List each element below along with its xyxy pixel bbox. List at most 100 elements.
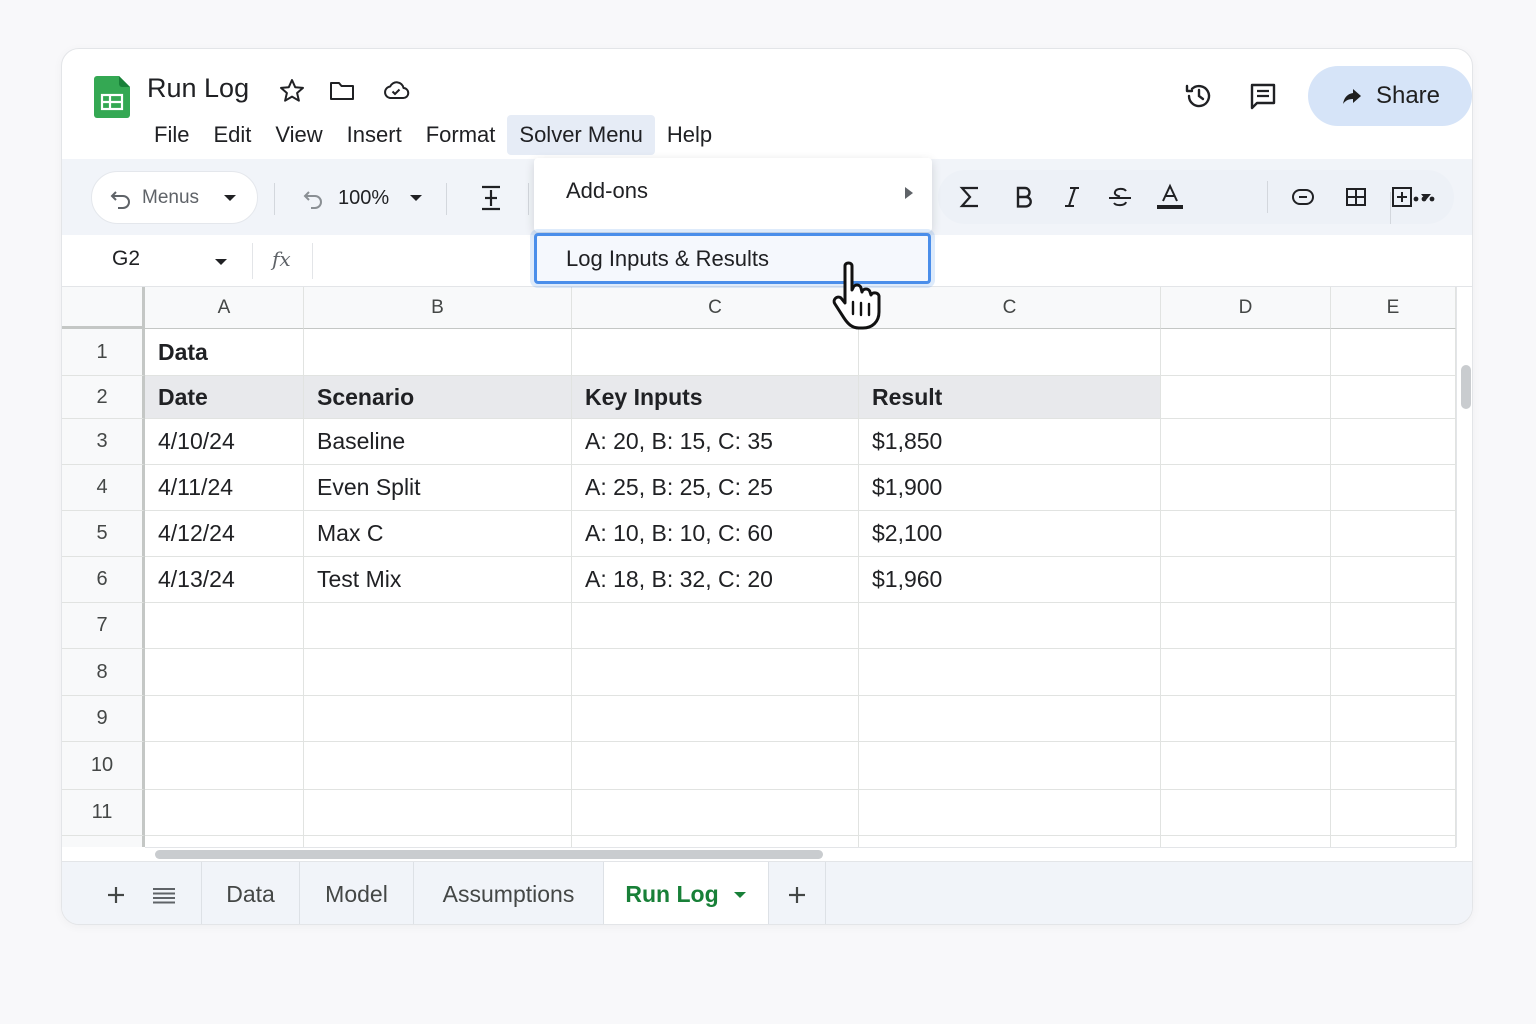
empty-cell[interactable]	[145, 603, 304, 649]
folder-icon[interactable]	[328, 77, 356, 105]
empty-cell[interactable]	[1161, 649, 1331, 696]
row-header-9[interactable]: 9	[62, 696, 145, 742]
menu-insert[interactable]: Insert	[335, 115, 414, 155]
column-header-d[interactable]: D	[1161, 287, 1331, 329]
empty-cell[interactable]	[572, 603, 859, 649]
table-cell[interactable]: A: 10, B: 10, C: 60	[572, 511, 859, 557]
empty-cell[interactable]	[1331, 603, 1456, 649]
empty-cell[interactable]	[1331, 742, 1456, 790]
table-header-date[interactable]: Date	[145, 376, 304, 419]
empty-cell[interactable]	[145, 836, 304, 847]
table-cell[interactable]: 4/10/24	[145, 419, 304, 465]
table-header-key-inputs[interactable]: Key Inputs	[572, 376, 859, 419]
empty-cell[interactable]	[572, 836, 859, 847]
zoom-select[interactable]: 100%	[338, 181, 423, 215]
column-header-b[interactable]: B	[304, 287, 572, 329]
all-sheets-button[interactable]	[146, 862, 182, 924]
sheets-logo-icon[interactable]	[94, 76, 130, 118]
menu-format[interactable]: Format	[414, 115, 508, 155]
star-icon[interactable]	[278, 77, 306, 105]
row-header-2[interactable]: 2	[62, 376, 145, 419]
table-cell[interactable]	[1161, 465, 1331, 511]
empty-cell[interactable]	[859, 649, 1161, 696]
table-cell[interactable]: Baseline	[304, 419, 572, 465]
cell-a1[interactable]: Data	[145, 329, 304, 376]
sheet-tab-data[interactable]: Data	[201, 862, 299, 924]
more-options-button[interactable]	[1404, 187, 1444, 211]
sheet-tab-model[interactable]: Model	[299, 862, 413, 924]
table-cell[interactable]: 4/12/24	[145, 511, 304, 557]
document-title[interactable]: Run Log	[147, 73, 249, 104]
cell-e2[interactable]	[1331, 376, 1456, 419]
cloud-saved-icon[interactable]	[382, 77, 410, 105]
share-button[interactable]: Share	[1308, 66, 1472, 126]
empty-cell[interactable]	[859, 603, 1161, 649]
empty-cell[interactable]	[1331, 649, 1456, 696]
horizontal-scroll-thumb[interactable]	[155, 850, 823, 859]
row-header-3[interactable]: 3	[62, 419, 145, 465]
name-box[interactable]: G2	[112, 247, 140, 271]
menu-file[interactable]: File	[142, 115, 201, 155]
cell-d1[interactable]	[1161, 329, 1331, 376]
empty-cell[interactable]	[304, 742, 572, 790]
table-header-result[interactable]: Result	[859, 376, 1161, 419]
row-header-6[interactable]: 6	[62, 557, 145, 603]
chevron-down-icon[interactable]	[733, 890, 747, 900]
empty-cell[interactable]	[145, 790, 304, 836]
menus-search[interactable]: Menus	[91, 171, 258, 224]
table-cell[interactable]	[1331, 511, 1456, 557]
add-sheet-tab-button[interactable]	[768, 862, 826, 924]
chevron-down-icon[interactable]	[214, 257, 228, 267]
column-header-c2[interactable]: C	[859, 287, 1161, 329]
table-cell[interactable]: Even Split	[304, 465, 572, 511]
comments-icon[interactable]	[1246, 79, 1280, 113]
empty-cell[interactable]	[1331, 790, 1456, 836]
table-cell[interactable]	[1161, 419, 1331, 465]
menu-solver[interactable]: Solver Menu	[507, 115, 655, 155]
menu-item-add-ons[interactable]: Add-ons	[534, 158, 932, 224]
empty-cell[interactable]	[1331, 696, 1456, 742]
empty-cell[interactable]	[859, 696, 1161, 742]
cell-d2[interactable]	[1161, 376, 1331, 419]
empty-cell[interactable]	[145, 742, 304, 790]
table-cell[interactable]	[1161, 511, 1331, 557]
empty-cell[interactable]	[859, 742, 1161, 790]
table-button[interactable]	[1334, 170, 1378, 224]
table-cell[interactable]: $1,900	[859, 465, 1161, 511]
table-cell[interactable]: A: 20, B: 15, C: 35	[572, 419, 859, 465]
strikethrough-button[interactable]	[1098, 170, 1142, 224]
italic-button[interactable]	[1050, 170, 1094, 224]
vertical-scrollbar[interactable]	[1456, 287, 1472, 847]
table-cell[interactable]: A: 18, B: 32, C: 20	[572, 557, 859, 603]
vertical-align-button[interactable]	[476, 181, 506, 215]
empty-cell[interactable]	[859, 836, 1161, 847]
table-cell[interactable]	[1331, 557, 1456, 603]
empty-cell[interactable]	[572, 790, 859, 836]
menu-view[interactable]: View	[263, 115, 334, 155]
empty-cell[interactable]	[145, 649, 304, 696]
table-cell[interactable]: Test Mix	[304, 557, 572, 603]
undo-button[interactable]	[300, 183, 328, 213]
select-all-corner[interactable]	[62, 287, 145, 329]
table-cell[interactable]: 4/11/24	[145, 465, 304, 511]
cell-e1[interactable]	[1331, 329, 1456, 376]
row-header-10[interactable]: 10	[62, 742, 145, 790]
sheet-tab-assumptions[interactable]: Assumptions	[413, 862, 603, 924]
functions-button[interactable]	[948, 170, 992, 224]
cell-c1[interactable]	[572, 329, 859, 376]
table-cell[interactable]: $2,100	[859, 511, 1161, 557]
row-header-7[interactable]: 7	[62, 603, 145, 649]
sheet-tab-run-log[interactable]: Run Log	[603, 862, 768, 924]
table-header-scenario[interactable]: Scenario	[304, 376, 572, 419]
empty-cell[interactable]	[304, 696, 572, 742]
column-header-c[interactable]: C	[572, 287, 859, 329]
cell-c2-1[interactable]	[859, 329, 1161, 376]
spreadsheet-grid[interactable]: A B C C D E 1 2 3 4 5 6 7 8 9 10 11 12 D…	[62, 287, 1456, 847]
table-cell[interactable]: A: 25, B: 25, C: 25	[572, 465, 859, 511]
row-header-1[interactable]: 1	[62, 329, 145, 376]
empty-cell[interactable]	[304, 790, 572, 836]
empty-cell[interactable]	[1161, 603, 1331, 649]
vertical-scroll-thumb[interactable]	[1461, 365, 1471, 409]
column-header-a[interactable]: A	[145, 287, 304, 329]
empty-cell[interactable]	[1161, 696, 1331, 742]
